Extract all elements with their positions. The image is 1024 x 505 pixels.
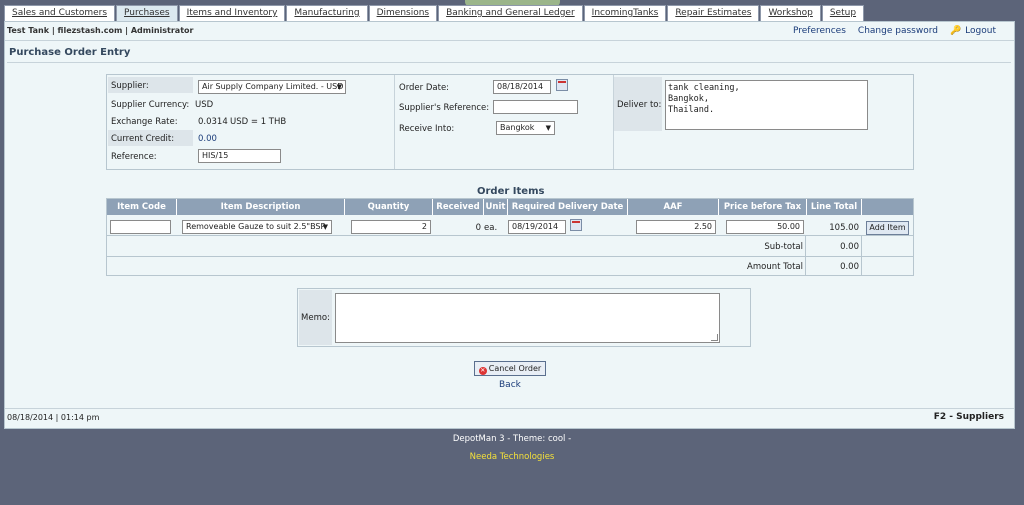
reference-label: Reference: bbox=[111, 152, 157, 162]
supplier-ref-label: Supplier's Reference: bbox=[399, 103, 490, 113]
subtotal-label: Sub-total bbox=[764, 242, 803, 252]
col-price: Price before Tax bbox=[719, 199, 807, 215]
cancel-order-button[interactable]: ✕ Cancel Order bbox=[474, 361, 546, 376]
exchange-rate-label: Exchange Rate: bbox=[111, 117, 178, 127]
col-item-description: Item Description bbox=[177, 199, 345, 215]
title-divider bbox=[7, 62, 1011, 63]
receive-into-value: Bangkok bbox=[500, 123, 535, 132]
col-received: Received bbox=[433, 199, 484, 215]
col-unit: Unit bbox=[484, 199, 508, 215]
logout-link[interactable]: 🔑 Logout bbox=[950, 26, 996, 36]
add-item-button[interactable]: Add Item bbox=[866, 221, 909, 235]
order-date-input[interactable]: 08/18/2014 bbox=[493, 80, 551, 94]
chevron-down-icon: ▼ bbox=[322, 223, 328, 231]
price-input[interactable]: 50.00 bbox=[726, 220, 804, 234]
footer-company-link[interactable]: Needa Technologies bbox=[0, 452, 1024, 462]
chevron-down-icon: ▼ bbox=[545, 124, 551, 132]
company-info: Test Tank | filezstash.com | Administrat… bbox=[7, 26, 194, 35]
aaf-input[interactable]: 2.50 bbox=[636, 220, 716, 234]
reference-input[interactable]: HIS/15 bbox=[198, 149, 281, 163]
tab-workshop[interactable]: Workshop bbox=[760, 5, 821, 21]
col-delivery-date: Required Delivery Date bbox=[508, 199, 628, 215]
resize-grip-icon[interactable] bbox=[711, 334, 718, 341]
memo-textarea[interactable] bbox=[335, 293, 720, 343]
tab-sales-customers[interactable]: Sales and Customers bbox=[4, 5, 116, 21]
memo-label: Memo: bbox=[301, 313, 330, 323]
exchange-rate-value: 0.0314 bbox=[198, 117, 228, 127]
footer-text: DepotMan 3 - Theme: cool - bbox=[452, 434, 572, 444]
order-date-label: Order Date: bbox=[399, 83, 450, 93]
calendar-icon[interactable] bbox=[570, 219, 582, 231]
tab-manufacturing[interactable]: Manufacturing bbox=[286, 5, 368, 21]
tab-setup[interactable]: Setup bbox=[821, 5, 865, 21]
order-header: Supplier: Air Supply Company Limited. - … bbox=[106, 74, 914, 170]
column-divider bbox=[861, 235, 862, 275]
credit-value: 0.00 bbox=[198, 134, 217, 144]
tab-repair-estimates[interactable]: Repair Estimates bbox=[667, 5, 760, 21]
line-total-value: 105.00 bbox=[829, 223, 859, 233]
quantity-input[interactable]: 2 bbox=[351, 220, 431, 234]
column-divider bbox=[805, 235, 806, 275]
delivery-date-input[interactable]: 08/19/2014 bbox=[508, 220, 566, 234]
memo-section: Memo: bbox=[297, 288, 751, 347]
order-items-table: Item Code Item Description Quantity Rece… bbox=[106, 198, 914, 276]
deliver-to-label: Deliver to: bbox=[617, 100, 662, 110]
page-title: Purchase Order Entry bbox=[9, 47, 131, 58]
status-divider bbox=[5, 408, 1014, 409]
supplier-label: Supplier: bbox=[111, 81, 149, 91]
supplier-ref-input[interactable] bbox=[493, 100, 578, 114]
receive-into-select[interactable]: Bangkok ▼ bbox=[496, 121, 555, 135]
item-description-value: Removeable Gauze to suit 2.5"BSP bbox=[186, 222, 326, 231]
top-bar: Test Tank | filezstash.com | Administrat… bbox=[5, 22, 1014, 41]
deliver-to-textarea[interactable]: tank cleaning, Bangkok, Thailand. bbox=[665, 80, 868, 130]
calendar-icon[interactable] bbox=[556, 79, 568, 91]
exchange-rate-suffix: USD = 1 THB bbox=[230, 117, 287, 127]
top-links: Preferences Change password 🔑 Logout bbox=[793, 26, 996, 36]
row-divider bbox=[107, 256, 913, 257]
item-description-select[interactable]: Removeable Gauze to suit 2.5"BSP ▼ bbox=[182, 220, 332, 234]
tab-incoming-tanks[interactable]: IncomingTanks bbox=[583, 5, 667, 21]
tab-purchases[interactable]: Purchases bbox=[116, 5, 178, 21]
supplier-value: Air Supply Company Limited. - USD bbox=[202, 82, 344, 91]
cancel-icon: ✕ bbox=[478, 367, 487, 375]
row-divider bbox=[107, 235, 913, 236]
status-datetime: 08/18/2014 | 01:14 pm bbox=[7, 413, 100, 422]
received-value: 0 bbox=[475, 223, 481, 233]
item-code-input[interactable] bbox=[110, 220, 171, 234]
col-line-total: Line Total bbox=[807, 199, 862, 215]
currency-value: USD bbox=[195, 100, 214, 110]
currency-label: Supplier Currency: bbox=[111, 100, 190, 110]
preferences-link[interactable]: Preferences bbox=[793, 26, 846, 36]
main-nav-tabs: Sales and Customers Purchases Items and … bbox=[4, 5, 865, 21]
key-icon: 🔑 bbox=[949, 26, 962, 36]
tab-dimensions[interactable]: Dimensions bbox=[368, 5, 438, 21]
col-aaf: AAF bbox=[628, 199, 719, 215]
tab-items-inventory[interactable]: Items and Inventory bbox=[178, 5, 286, 21]
subtotal-value: 0.00 bbox=[840, 242, 859, 252]
receive-into-label: Receive Into: bbox=[399, 124, 455, 134]
col-action bbox=[862, 199, 913, 215]
change-password-link[interactable]: Change password bbox=[858, 26, 938, 36]
tab-banking-gl[interactable]: Banking and General Ledger bbox=[438, 5, 583, 21]
amount-total-value: 0.00 bbox=[840, 262, 859, 272]
column-divider bbox=[394, 75, 395, 169]
shortcut-hint: F2 - Suppliers bbox=[933, 412, 1004, 422]
unit-value: ea. bbox=[484, 223, 498, 233]
col-quantity: Quantity bbox=[345, 199, 433, 215]
back-link[interactable]: Back bbox=[499, 380, 521, 390]
chevron-down-icon: ▼ bbox=[336, 83, 342, 91]
cancel-order-label: Cancel Order bbox=[488, 364, 542, 373]
amount-total-label: Amount Total bbox=[747, 262, 803, 272]
logout-label: Logout bbox=[965, 26, 996, 36]
col-item-code: Item Code bbox=[107, 199, 177, 215]
order-items-title: Order Items bbox=[477, 186, 545, 197]
credit-label: Current Credit: bbox=[111, 134, 175, 144]
supplier-select[interactable]: Air Supply Company Limited. - USD ▼ bbox=[198, 80, 346, 94]
main-panel: Test Tank | filezstash.com | Administrat… bbox=[4, 21, 1015, 429]
